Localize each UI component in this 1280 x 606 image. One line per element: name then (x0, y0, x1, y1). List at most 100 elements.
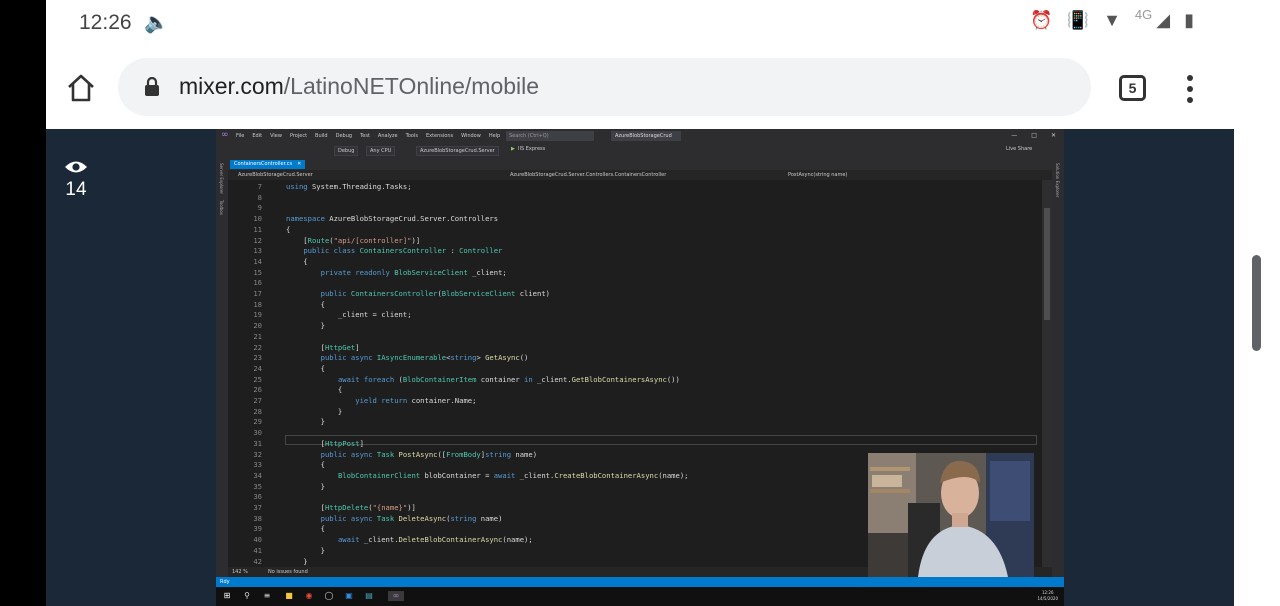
line-number: 21 (253, 331, 262, 341)
viewer-count: 14 (65, 179, 87, 200)
line-number: 24 (253, 363, 262, 373)
code-line: _client = client; (337, 310, 412, 320)
home-icon[interactable] (66, 73, 96, 103)
vs-doc-tab-label: ContainersController.cs (234, 161, 293, 167)
code-line: yield return container.Name; (355, 396, 477, 405)
code-line: } (286, 556, 308, 566)
taskbar-date: 14/5/2020 (1037, 596, 1058, 601)
alarm-icon: ⏰ (1030, 10, 1053, 30)
line-number: 15 (253, 267, 262, 277)
code-line: private readonly BlobServiceClient _clie… (320, 267, 507, 277)
url-host: mixer.com (179, 73, 284, 99)
line-number: 30 (253, 428, 262, 438)
task-view-icon: ≡ (263, 591, 271, 600)
visual-studio-logo-icon: ∞ (221, 130, 229, 140)
chrome-icon: ◉ (305, 591, 313, 600)
line-number: 33 (253, 460, 262, 470)
vibrate-icon: 📳 (1066, 10, 1090, 30)
file-explorer-icon: ■ (285, 591, 293, 600)
vs-menu-item: Tools (405, 133, 418, 139)
vs-solution-name: AzureBlobStorageCrud (611, 131, 681, 141)
code-line: { (286, 385, 343, 395)
line-number: 40 (253, 535, 262, 545)
code-line: [HttpPost] (286, 438, 364, 448)
url-path: /LatinoNETOnline/mobile (283, 73, 540, 99)
volume-icon: 🔈 (144, 12, 169, 34)
line-number: 7 (257, 182, 262, 191)
line-number: 20 (253, 321, 262, 331)
line-number: 38 (253, 513, 262, 523)
code-line: [HttpDelete("{name}")] (286, 503, 416, 512)
url-text: mixer.com/LatinoNETOnline/mobile (179, 73, 539, 100)
vs-menu-item: Window (461, 133, 481, 139)
line-number: 19 (253, 310, 262, 320)
minimize-icon: — (1011, 132, 1018, 139)
vs-menu-list: File Edit View Project Build Debug Test … (236, 133, 500, 139)
wifi-icon: ▼ (1103, 10, 1121, 30)
code-line: } (286, 481, 325, 491)
vs-menu-item: Edit (252, 133, 263, 139)
address-bar[interactable]: mixer.com/LatinoNETOnline/mobile (118, 58, 1091, 116)
vs-status-text: Rdy (220, 579, 230, 585)
line-number: 29 (253, 417, 262, 427)
system-icons: ⏰ 📳 ▼ 4G ◢ ▮ (1030, 7, 1194, 31)
vs-menu-item: View (270, 133, 282, 139)
app-icon: ▤ (365, 591, 373, 600)
code-line: { (286, 363, 325, 373)
line-number: 37 (253, 503, 262, 512)
device-frame-left (0, 0, 46, 606)
vs-nav-project: AzureBlobStorageCrud.Server (238, 172, 313, 178)
close-icon: ✕ (1050, 132, 1056, 139)
line-number: 41 (253, 545, 262, 555)
code-line: public ContainersController(BlobServiceC… (320, 289, 550, 298)
code-line: { (286, 224, 291, 234)
line-number: 13 (253, 246, 262, 256)
vs-left-tool-strip: Server Explorer Toolbox (216, 157, 228, 577)
github-icon: ◯ (324, 591, 334, 600)
line-number: 26 (253, 385, 262, 395)
vs-search-box: Search (Ctrl+Q) (506, 131, 594, 141)
vs-menu-item: Analyze (377, 133, 398, 139)
play-icon: ▶ (511, 146, 515, 152)
vs-menu-item: Test (360, 133, 370, 139)
vs-menu-item: Debug (335, 133, 353, 139)
page-scrollbar-thumb[interactable] (1252, 255, 1261, 351)
vs-right-tool-strip: Solution Explorer (1052, 157, 1064, 577)
vs-menu-item: Extensions (425, 133, 454, 139)
stream-video[interactable]: ∞ File Edit View Project Build Debug Tes… (216, 129, 1064, 606)
eye-icon (65, 161, 87, 173)
code-line: namespace AzureBlobStorageCrud.Server.Co… (286, 214, 499, 224)
code-line: public async IAsyncEnumerable<string> Ge… (320, 353, 529, 363)
code-line: BlobContainerClient blobContainer = awai… (337, 470, 689, 480)
tab-switcher-button[interactable]: 5 (1119, 75, 1146, 101)
vs-platform-select: Any CPU (366, 146, 396, 156)
vs-doc-tab: ContainersController.cs ✕ (230, 160, 306, 169)
line-number: 22 (253, 342, 262, 352)
code-line: public class ContainersController : Cont… (303, 246, 503, 256)
vs-server-explorer-tab: Server Explorer (219, 163, 224, 195)
visual-studio-taskbar-icon: ∞ (388, 591, 404, 601)
line-number: 28 (253, 406, 262, 416)
line-number: 25 (253, 374, 262, 384)
code-line: { (286, 299, 325, 309)
status-bar: 12:26 🔈 ⏰ 📳 ▼ 4G ◢ ▮ (46, 0, 1234, 46)
line-number: 10 (253, 214, 262, 224)
vs-toolbox-tab: Toolbox (219, 200, 224, 216)
code-line: { (286, 524, 325, 534)
code-line: { (286, 256, 308, 266)
more-menu-icon[interactable] (1186, 75, 1194, 103)
vs-live-share: Live Share (1006, 146, 1033, 152)
line-number: 14 (253, 256, 262, 266)
vs-run-target: IIS Express (518, 146, 546, 152)
line-number: 34 (253, 470, 262, 480)
line-number: 36 (253, 492, 262, 502)
vs-scroll-thumb (1044, 208, 1050, 320)
vs-menu-item: Build (315, 133, 328, 139)
line-number: 42 (253, 556, 262, 566)
line-number: 27 (253, 396, 262, 405)
code-line: [HttpGet] (286, 342, 360, 352)
vs-nav-class: AzureBlobStorageCrud.Server.Controllers.… (510, 172, 667, 178)
line-number: 35 (253, 481, 262, 491)
windows-start-icon: ⊞ (223, 591, 231, 600)
line-number: 11 (253, 224, 262, 234)
